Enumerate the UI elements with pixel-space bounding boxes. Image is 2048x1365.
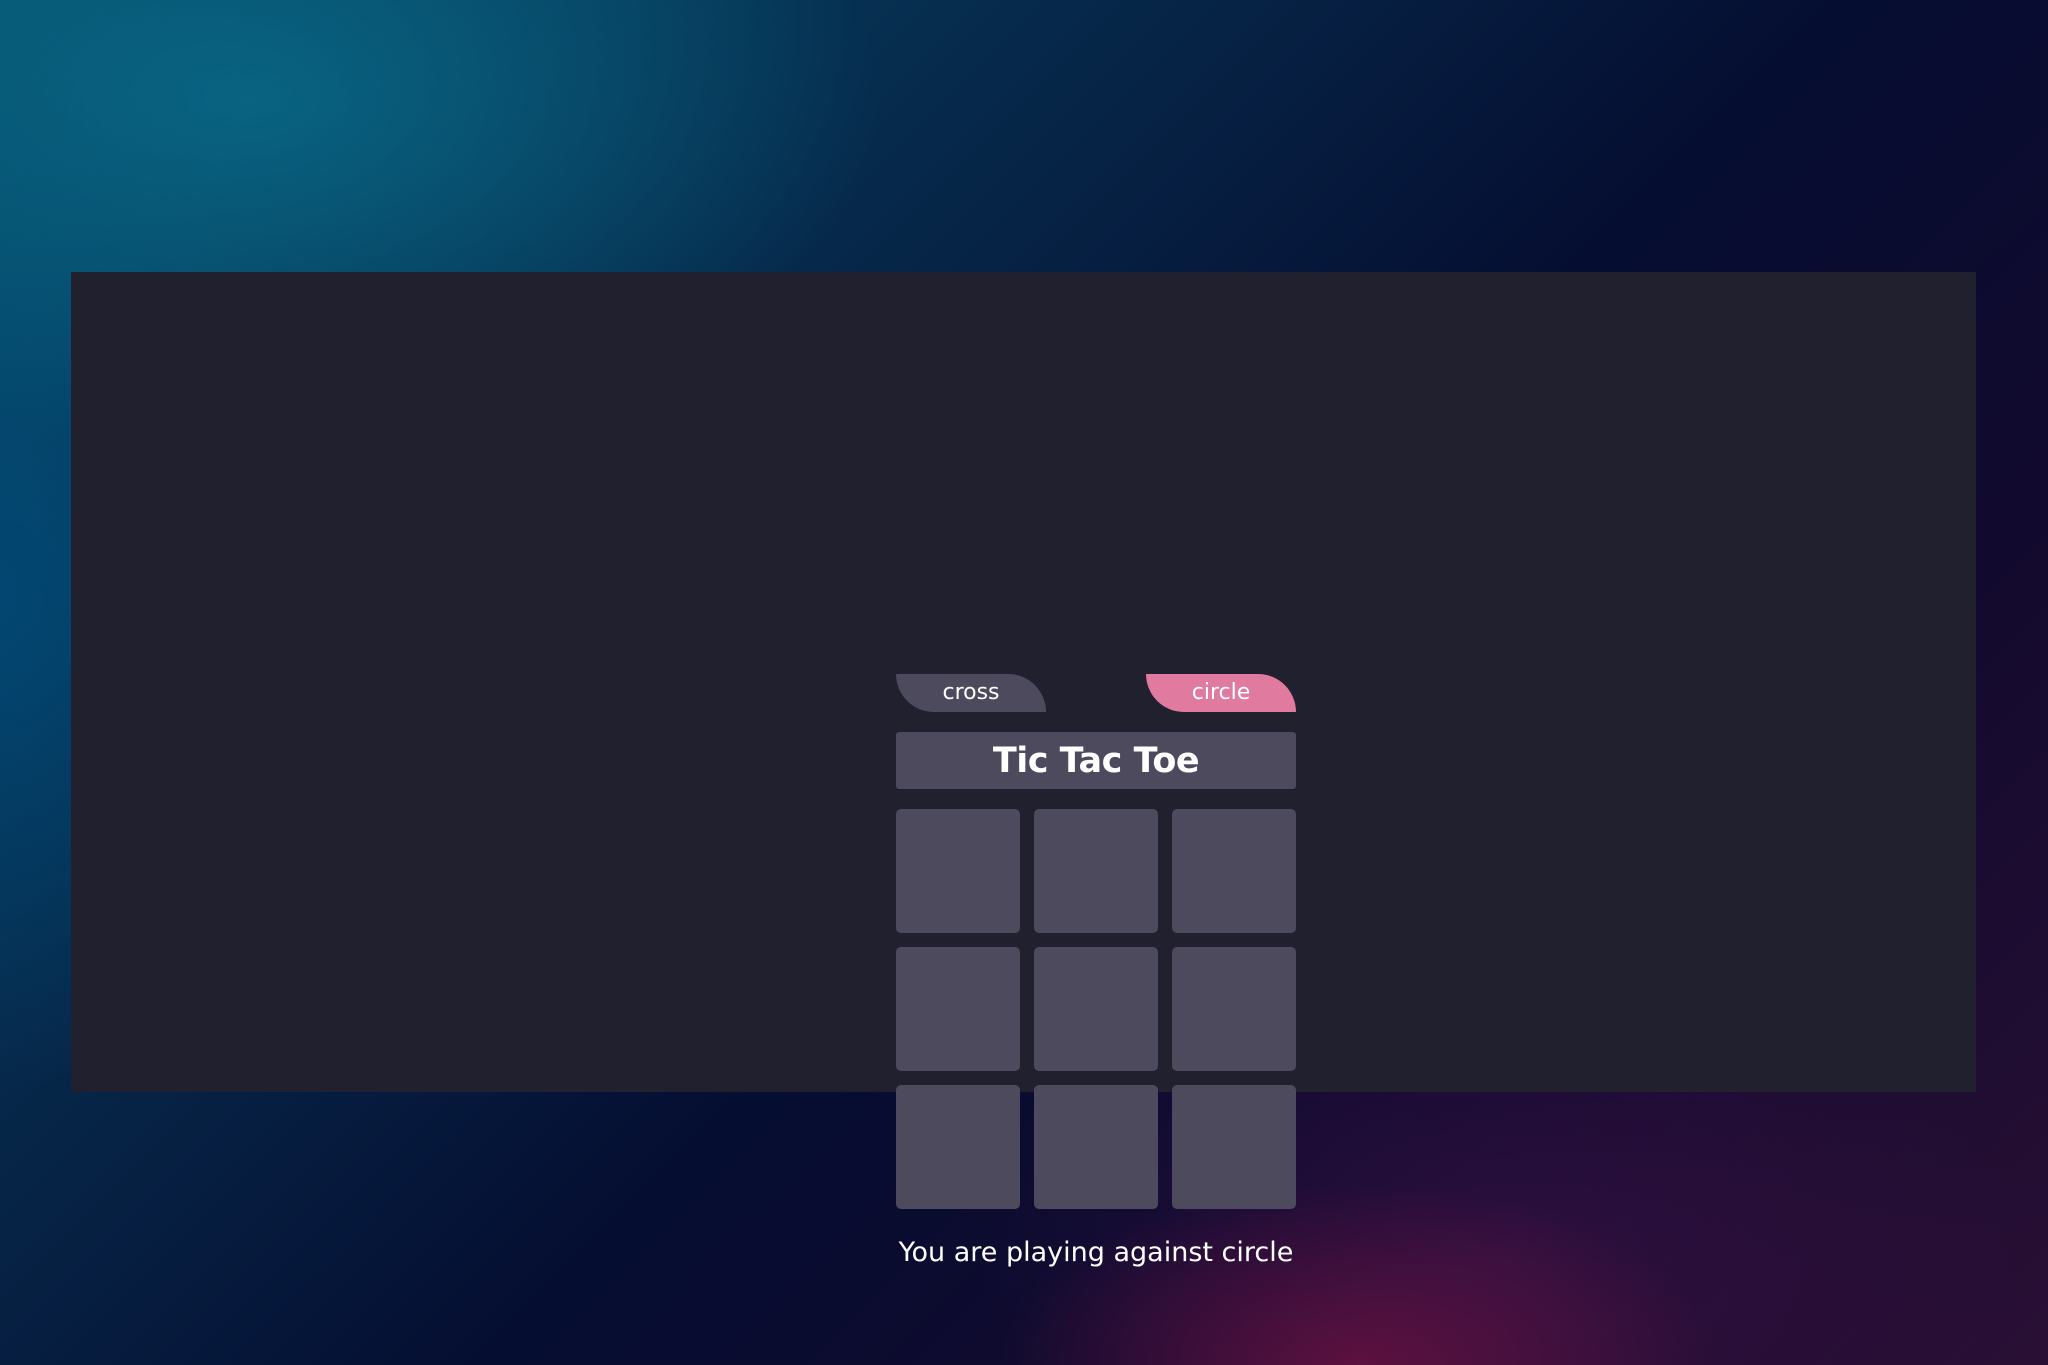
board-cell-5[interactable] [1034, 947, 1158, 1071]
turn-indicator: cross circle [896, 674, 1296, 712]
circle-tab[interactable]: circle [1146, 674, 1296, 712]
board-cell-4[interactable] [896, 947, 1020, 1071]
board-cell-6[interactable] [1172, 947, 1296, 1071]
board-cell-1[interactable] [896, 809, 1020, 933]
game-title: Tic Tac Toe [992, 740, 1200, 781]
game-panel: cross circle Tic Tac Toe You are playing… [71, 272, 1976, 1268]
board-cell-8[interactable] [1034, 1085, 1158, 1209]
board-cell-2[interactable] [1034, 809, 1158, 933]
board-cell-3[interactable] [1172, 809, 1296, 933]
game-board [896, 809, 1296, 1209]
cross-tab[interactable]: cross [896, 674, 1046, 712]
status-message: You are playing against circle [898, 1237, 1294, 1268]
board-cell-7[interactable] [896, 1085, 1020, 1209]
title-bar: Tic Tac Toe [896, 732, 1296, 789]
tic-tac-toe-game: cross circle Tic Tac Toe You are playing… [896, 674, 1296, 1268]
board-cell-9[interactable] [1172, 1085, 1296, 1209]
